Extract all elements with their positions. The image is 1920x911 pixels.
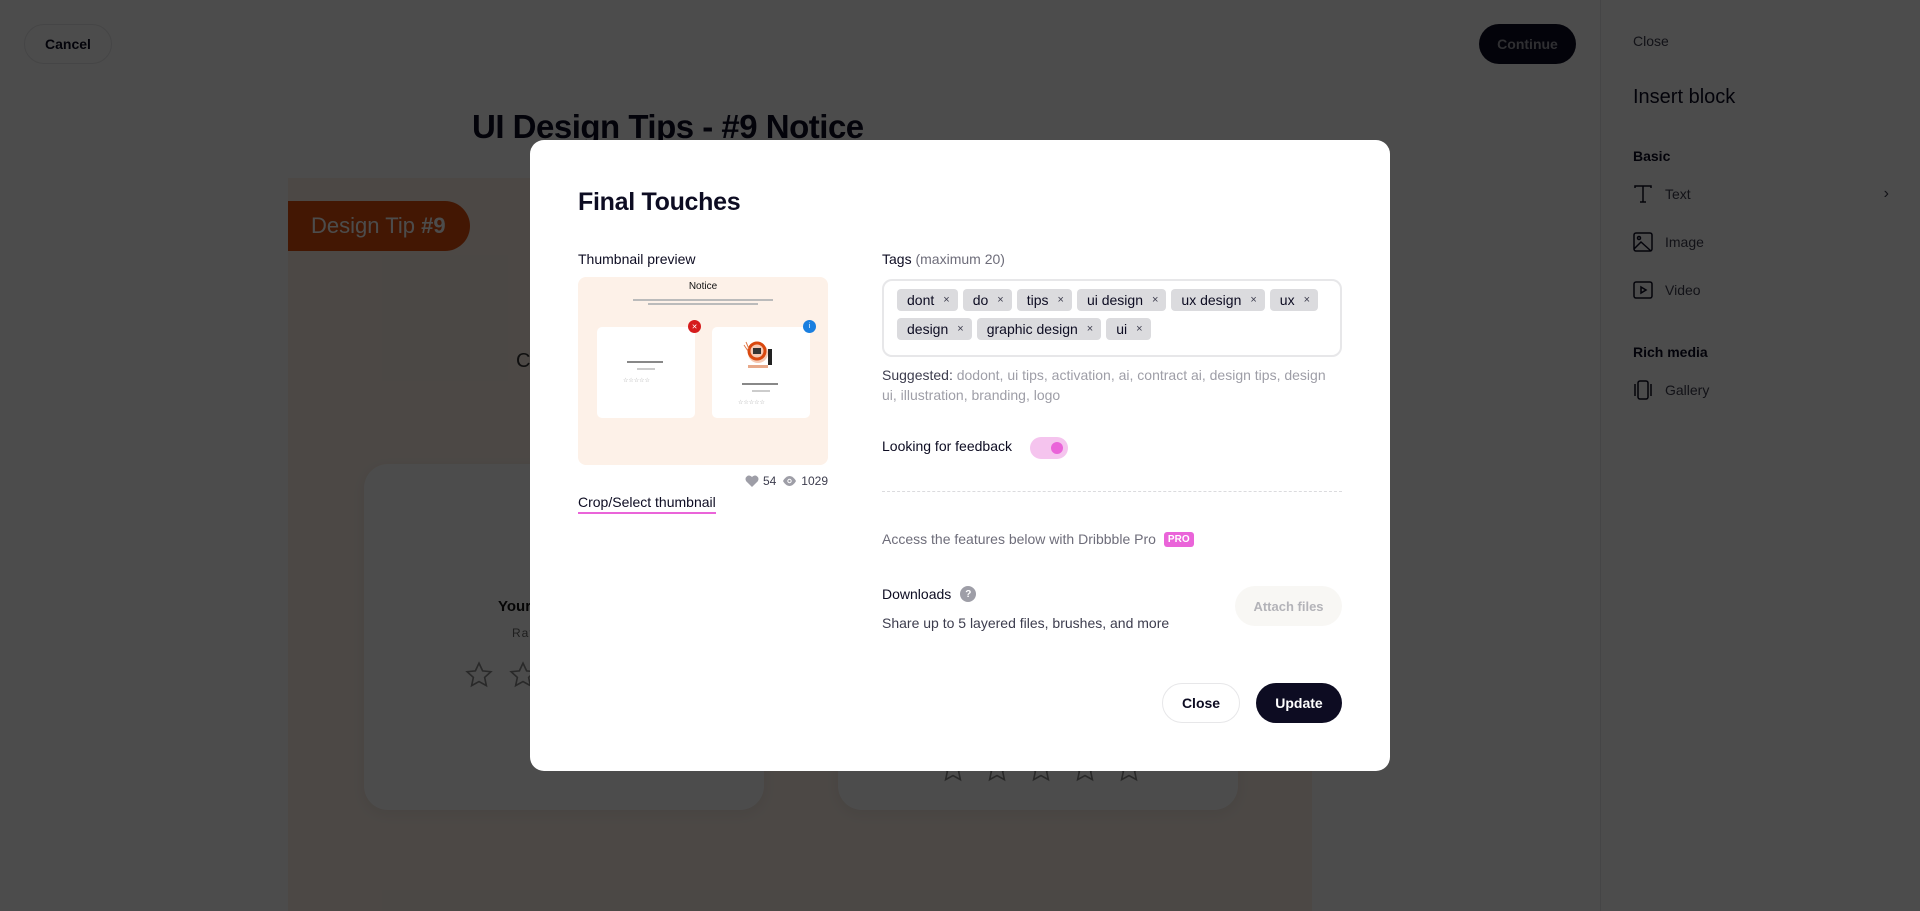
eye-icon	[783, 476, 797, 486]
mini-heading-line	[627, 361, 663, 363]
mini-stars: ☆☆☆☆☆	[738, 400, 765, 406]
final-touches-modal: Final Touches Thumbnail preview Notice ☆…	[530, 140, 1390, 771]
downloads-label: Downloads ?	[882, 586, 977, 602]
section-divider	[882, 491, 1342, 492]
suggested-colon: :	[948, 367, 957, 383]
dont-badge-icon: ✕	[688, 320, 701, 333]
mini-sub-line	[637, 368, 655, 370]
thumbnail-label: Thumbnail preview	[578, 251, 696, 267]
illustration-icon	[743, 341, 772, 368]
thumbnail-preview[interactable]: Notice ☆☆☆☆☆ ✕ ☆☆☆☆☆ i	[578, 277, 828, 465]
update-button[interactable]: Update	[1256, 683, 1342, 723]
remove-tag-icon[interactable]: ×	[943, 294, 949, 306]
tag-chip: ui design ×	[1076, 289, 1167, 311]
tags-label-text: Tags	[882, 251, 912, 267]
mini-sub-line	[752, 390, 770, 392]
tag-label: ui	[1116, 321, 1128, 337]
tag-chip: dont ×	[897, 289, 958, 311]
pro-notice-text: Access the features below with Dribbble …	[882, 531, 1156, 547]
suggested-label: Suggested	[882, 367, 949, 383]
thumbnail-preview-title: Notice	[688, 281, 718, 292]
downloads-label-text: Downloads	[882, 586, 952, 602]
tag-chip: tips ×	[1016, 289, 1072, 311]
pro-badge: PRO	[1163, 531, 1194, 547]
mini-heading-line	[742, 383, 778, 385]
tag-label: ux design	[1181, 292, 1242, 308]
thumbnail-card-dont: ☆☆☆☆☆	[597, 327, 695, 418]
attach-files-button[interactable]: Attach files	[1235, 586, 1342, 626]
remove-tag-icon[interactable]: ×	[1250, 294, 1256, 306]
heart-icon	[745, 475, 759, 487]
feedback-label: Looking for feedback	[882, 438, 1012, 454]
tag-chip: design ×	[897, 318, 972, 340]
mini-stars: ☆☆☆☆☆	[623, 378, 650, 384]
remove-tag-icon[interactable]: ×	[957, 323, 963, 335]
tag-chip: ui ×	[1106, 318, 1151, 340]
tag-chip: ux ×	[1269, 289, 1319, 311]
views-stat: 1029	[782, 474, 828, 488]
remove-tag-icon[interactable]: ×	[997, 294, 1003, 306]
downloads-description: Share up to 5 layered files, brushes, an…	[882, 615, 1170, 631]
tag-chip: ux design ×	[1171, 289, 1265, 311]
remove-tag-icon[interactable]: ×	[1058, 294, 1064, 306]
tag-label: ux	[1279, 292, 1295, 308]
remove-tag-icon[interactable]: ×	[1152, 294, 1158, 306]
tag-label: graphic design	[986, 321, 1078, 337]
crop-thumbnail-link[interactable]: Crop/Select thumbnail	[578, 494, 716, 514]
tag-label: dont	[907, 292, 935, 308]
likes-count: 54	[762, 474, 777, 488]
tags-label: Tags (maximum 20)	[882, 251, 1005, 267]
suggested-tags: Suggested: dodont, ui tips, activation, …	[882, 365, 1342, 405]
thumbnail-description-lines	[628, 297, 778, 309]
tag-label: tips	[1026, 292, 1049, 308]
toggle-knob	[1051, 442, 1063, 454]
views-count: 1029	[801, 474, 828, 488]
tags-hint: (maximum 20)	[915, 251, 1005, 267]
remove-tag-icon[interactable]: ×	[1136, 323, 1142, 335]
likes-stat: 54	[745, 474, 776, 488]
do-badge-icon: i	[803, 320, 816, 333]
tag-label: design	[907, 321, 949, 337]
pro-notice: Access the features below with Dribbble …	[882, 531, 1194, 547]
tag-label: do	[972, 292, 989, 308]
tag-chip: graphic design ×	[976, 318, 1102, 340]
remove-tag-icon[interactable]: ×	[1304, 294, 1310, 306]
tag-chip: do ×	[962, 289, 1012, 311]
help-icon[interactable]: ?	[960, 586, 977, 602]
modal-title: Final Touches	[578, 188, 741, 216]
feedback-toggle[interactable]	[1030, 437, 1068, 459]
tag-label: ui design	[1086, 292, 1143, 308]
tags-input[interactable]: dont × do × tips × ui design × ux design × ux × desi…	[882, 279, 1342, 357]
thumbnail-card-do: ☆☆☆☆☆	[712, 327, 810, 418]
remove-tag-icon[interactable]: ×	[1087, 323, 1093, 335]
close-button[interactable]: Close	[1162, 683, 1240, 723]
thumbnail-stats: 54 1029	[578, 474, 828, 488]
